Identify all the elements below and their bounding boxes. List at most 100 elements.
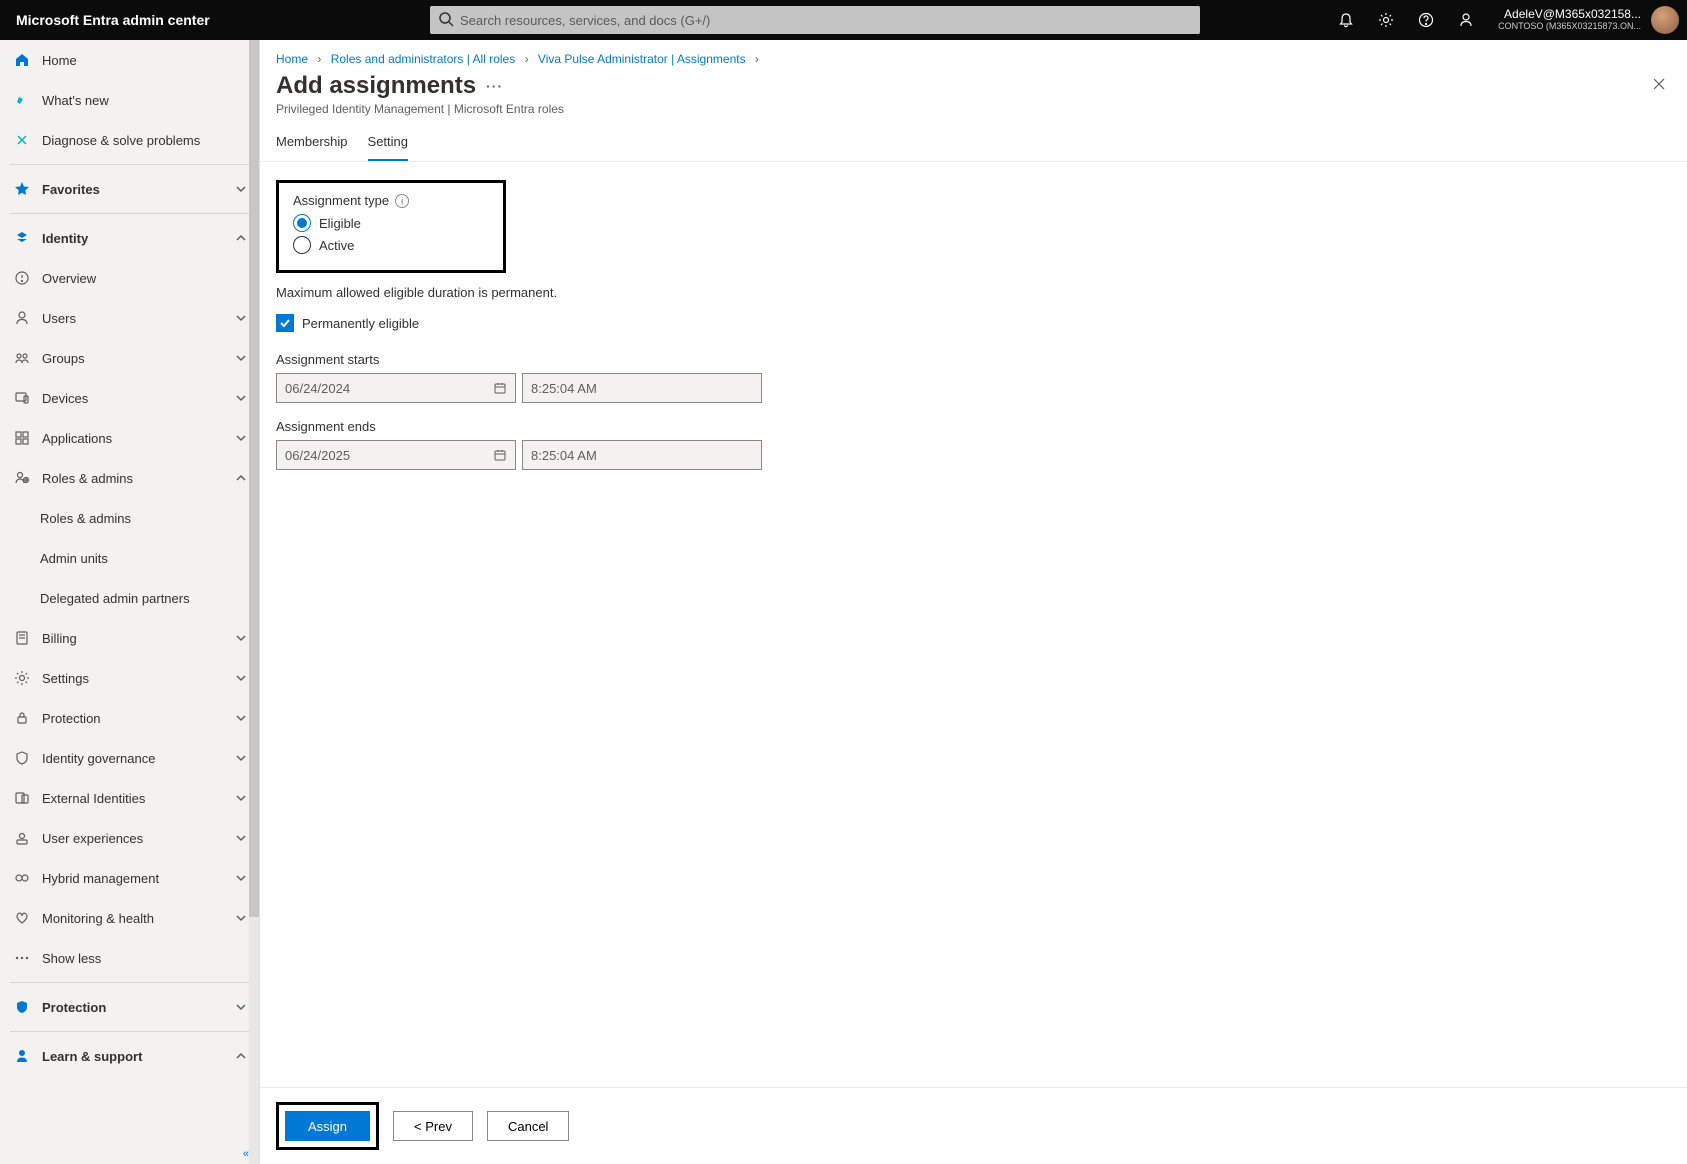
settings-icon[interactable]	[1366, 0, 1406, 40]
sidebar-item-identity[interactable]: Identity	[0, 218, 259, 258]
chevron-down-icon	[235, 792, 247, 804]
topbar-actions: AdeleV@M365x032158... CONTOSO (M365X0321…	[1326, 0, 1687, 40]
sidebar-item-hybrid[interactable]: Hybrid management	[0, 858, 259, 898]
sidebar-item-label: Delegated admin partners	[40, 591, 247, 606]
home-icon	[12, 50, 32, 70]
sidebar-item-label: Roles & admins	[42, 471, 235, 486]
radio-icon	[293, 236, 311, 254]
top-header: Microsoft Entra admin center AdeleV@M365…	[0, 0, 1687, 40]
feedback-icon[interactable]	[1446, 0, 1486, 40]
sidebar-item-label: Hybrid management	[42, 871, 235, 886]
shield-icon	[12, 997, 32, 1017]
radio-label: Active	[319, 238, 354, 253]
assign-button[interactable]: Assign	[285, 1111, 370, 1141]
start-time-input[interactable]: 8:25:04 AM	[522, 373, 762, 403]
tab-setting[interactable]: Setting	[368, 126, 408, 161]
breadcrumb-viva[interactable]: Viva Pulse Administrator | Assignments	[538, 52, 746, 66]
assignment-ends-group: Assignment ends 06/24/2025 8:25:04 AM	[276, 419, 1671, 470]
sidebar-item-admin-units[interactable]: Admin units	[0, 538, 259, 578]
sidebar-item-label: Overview	[42, 271, 247, 286]
sidebar-item-label: Admin units	[40, 551, 247, 566]
sidebar-divider	[10, 213, 249, 214]
sidebar-item-user-exp[interactable]: User experiences	[0, 818, 259, 858]
sidebar-item-diagnose[interactable]: Diagnose & solve problems	[0, 120, 259, 160]
sidebar-item-applications[interactable]: Applications	[0, 418, 259, 458]
calendar-icon	[493, 448, 507, 462]
chevron-down-icon	[235, 632, 247, 644]
sidebar-item-show-less[interactable]: Show less	[0, 938, 259, 978]
governance-icon	[12, 748, 32, 768]
sidebar-item-users[interactable]: Users	[0, 298, 259, 338]
more-icon	[12, 948, 32, 968]
sidebar-item-home[interactable]: Home	[0, 40, 259, 80]
sidebar-item-label: Billing	[42, 631, 235, 646]
radio-eligible[interactable]: Eligible	[293, 214, 489, 232]
sidebar-item-delegated[interactable]: Delegated admin partners	[0, 578, 259, 618]
user-avatar[interactable]	[1651, 6, 1679, 34]
sidebar-item-label: Users	[42, 311, 235, 326]
chevron-down-icon	[235, 312, 247, 324]
sidebar-item-protection2[interactable]: Protection	[0, 987, 259, 1027]
tab-membership[interactable]: Membership	[276, 126, 348, 161]
tabs: Membership Setting	[260, 126, 1687, 162]
sidebar-divider	[10, 164, 249, 165]
end-time-input[interactable]: 8:25:04 AM	[522, 440, 762, 470]
info-icon[interactable]: i	[395, 194, 409, 208]
sidebar-item-settings[interactable]: Settings	[0, 658, 259, 698]
sidebar-item-whatsnew[interactable]: What's new	[0, 80, 259, 120]
user-name: AdeleV@M365x032158...	[1498, 8, 1641, 21]
assignment-type-highlight-box: Assignment type i Eligible Active	[276, 180, 506, 273]
sidebar-item-overview[interactable]: Overview	[0, 258, 259, 298]
chevron-down-icon	[235, 432, 247, 444]
chevron-down-icon	[235, 183, 247, 195]
sidebar-item-monitoring[interactable]: Monitoring & health	[0, 898, 259, 938]
global-search[interactable]	[430, 6, 1200, 34]
sidebar-item-learn-support[interactable]: Learn & support	[0, 1036, 259, 1076]
sidebar-item-roles-admins-sub[interactable]: Roles & admins	[0, 498, 259, 538]
checkbox-label: Permanently eligible	[302, 316, 419, 331]
breadcrumb-sep: ›	[755, 52, 759, 66]
sidebar-item-roles-admins[interactable]: Roles & admins	[0, 458, 259, 498]
sidebar-item-label: Identity governance	[42, 751, 235, 766]
end-date-value: 06/24/2025	[285, 448, 350, 463]
start-date-input[interactable]: 06/24/2024	[276, 373, 516, 403]
page-title: Add assignments	[276, 72, 476, 100]
sidebar-item-label: Monitoring & health	[42, 911, 235, 926]
notifications-icon[interactable]	[1326, 0, 1366, 40]
sidebar-item-external[interactable]: External Identities	[0, 778, 259, 818]
help-icon[interactable]	[1406, 0, 1446, 40]
checkbox-icon	[276, 314, 294, 332]
sidebar-item-protection[interactable]: Protection	[0, 698, 259, 738]
chevron-down-icon	[235, 912, 247, 924]
cancel-button[interactable]: Cancel	[487, 1111, 569, 1141]
end-date-input[interactable]: 06/24/2025	[276, 440, 516, 470]
sidebar-item-groups[interactable]: Groups	[0, 338, 259, 378]
search-input[interactable]	[430, 6, 1200, 34]
heart-icon	[12, 908, 32, 928]
page-title-more-button[interactable]: ···	[486, 78, 503, 94]
sidebar-item-devices[interactable]: Devices	[0, 378, 259, 418]
chevron-up-icon	[235, 1050, 247, 1062]
sidebar-collapse-button[interactable]: «	[0, 1144, 259, 1164]
assignment-starts-group: Assignment starts 06/24/2024 8:25:04 AM	[276, 352, 1671, 403]
user-account[interactable]: AdeleV@M365x032158... CONTOSO (M365X0321…	[1486, 8, 1651, 31]
sidebar-item-label: Show less	[42, 951, 247, 966]
sidebar-item-billing[interactable]: Billing	[0, 618, 259, 658]
star-icon	[12, 179, 32, 199]
identity-icon	[12, 228, 32, 248]
breadcrumb-home[interactable]: Home	[276, 52, 308, 66]
close-panel-button[interactable]	[1647, 72, 1671, 96]
form-content: Assignment type i Eligible Active Maximu…	[260, 162, 1687, 1087]
checkbox-permanently-eligible[interactable]: Permanently eligible	[276, 314, 1671, 332]
devices-icon	[12, 388, 32, 408]
gear-icon	[12, 668, 32, 688]
breadcrumb-roles[interactable]: Roles and administrators | All roles	[331, 52, 516, 66]
billing-icon	[12, 628, 32, 648]
prev-button[interactable]: < Prev	[393, 1111, 473, 1141]
sidebar-item-favorites[interactable]: Favorites	[0, 169, 259, 209]
chevron-up-icon	[235, 472, 247, 484]
support-icon	[12, 1046, 32, 1066]
sidebar-item-label: Identity	[42, 231, 235, 246]
sidebar-item-identity-gov[interactable]: Identity governance	[0, 738, 259, 778]
radio-active[interactable]: Active	[293, 236, 489, 254]
